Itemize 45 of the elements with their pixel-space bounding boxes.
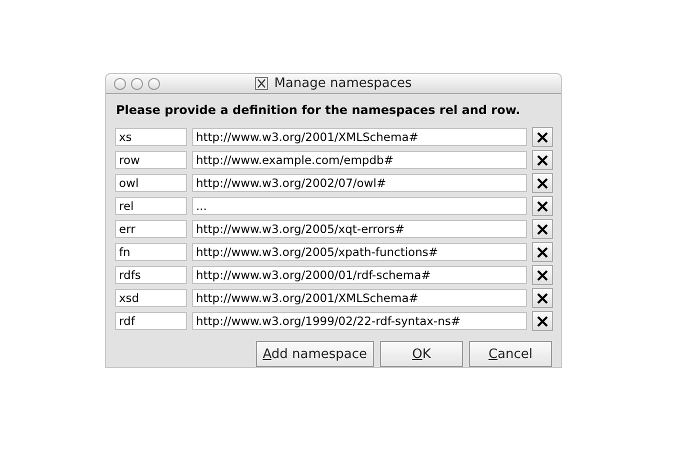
uri-field[interactable]: http://www.w3.org/1999/02/22-rdf-syntax-ns# — [192, 312, 527, 330]
remove-button[interactable] — [532, 265, 553, 285]
dialog-button[interactable]: OK — [380, 341, 463, 367]
prefix-field[interactable]: rel — [115, 197, 187, 215]
window-control-icon[interactable] — [148, 78, 160, 90]
prefix-field[interactable]: row — [115, 151, 187, 169]
remove-button[interactable] — [532, 288, 553, 308]
uri-field[interactable]: http://www.w3.org/2001/XMLSchema# — [192, 289, 527, 307]
remove-button[interactable] — [532, 196, 553, 216]
close-icon — [537, 200, 548, 212]
remove-button[interactable] — [532, 173, 553, 193]
remove-button[interactable] — [532, 219, 553, 239]
uri-field[interactable]: http://www.w3.org/2000/01/rdf-schema# — [192, 266, 527, 284]
instruction-text: Please provide a definition for the namespaces rel and row. — [116, 103, 522, 117]
close-icon — [537, 246, 548, 258]
prefix-field[interactable]: fn — [115, 243, 187, 261]
remove-button[interactable] — [532, 311, 553, 331]
close-icon — [537, 132, 548, 142]
close-icon — [537, 270, 548, 280]
uri-field[interactable]: http://www.example.com/empdb# — [192, 151, 527, 169]
uri-field[interactable]: http://www.w3.org/2001/XMLSchema# — [192, 128, 527, 146]
prefix-field[interactable]: err — [115, 220, 187, 238]
dialog-button[interactable]: Add namespace — [256, 341, 374, 367]
close-icon — [537, 224, 548, 234]
window-control-icon[interactable] — [114, 78, 126, 90]
prefix-field[interactable]: rdfs — [115, 266, 187, 284]
close-icon — [537, 154, 548, 166]
window-control-icon[interactable] — [131, 78, 143, 90]
uri-field[interactable]: http://www.w3.org/2005/xpath-functions# — [192, 243, 527, 261]
remove-button[interactable] — [532, 150, 553, 170]
prefix-field[interactable]: rdf — [115, 312, 187, 330]
x-app-icon — [255, 77, 268, 90]
prefix-field[interactable]: owl — [115, 174, 187, 192]
remove-button[interactable] — [532, 242, 553, 262]
window-title: Manage namespaces — [274, 76, 412, 91]
close-icon — [537, 292, 548, 304]
uri-field[interactable]: http://www.w3.org/2002/07/owl# — [192, 174, 527, 192]
close-icon — [537, 178, 548, 188]
remove-button[interactable] — [532, 127, 553, 147]
uri-field[interactable]: ... — [192, 197, 527, 215]
prefix-field[interactable]: xsd — [115, 289, 187, 307]
uri-field[interactable]: http://www.w3.org/2005/xqt-errors# — [192, 220, 527, 238]
prefix-field[interactable]: xs — [115, 128, 187, 146]
close-icon — [537, 316, 548, 326]
dialog-button[interactable]: Cancel — [469, 341, 552, 367]
